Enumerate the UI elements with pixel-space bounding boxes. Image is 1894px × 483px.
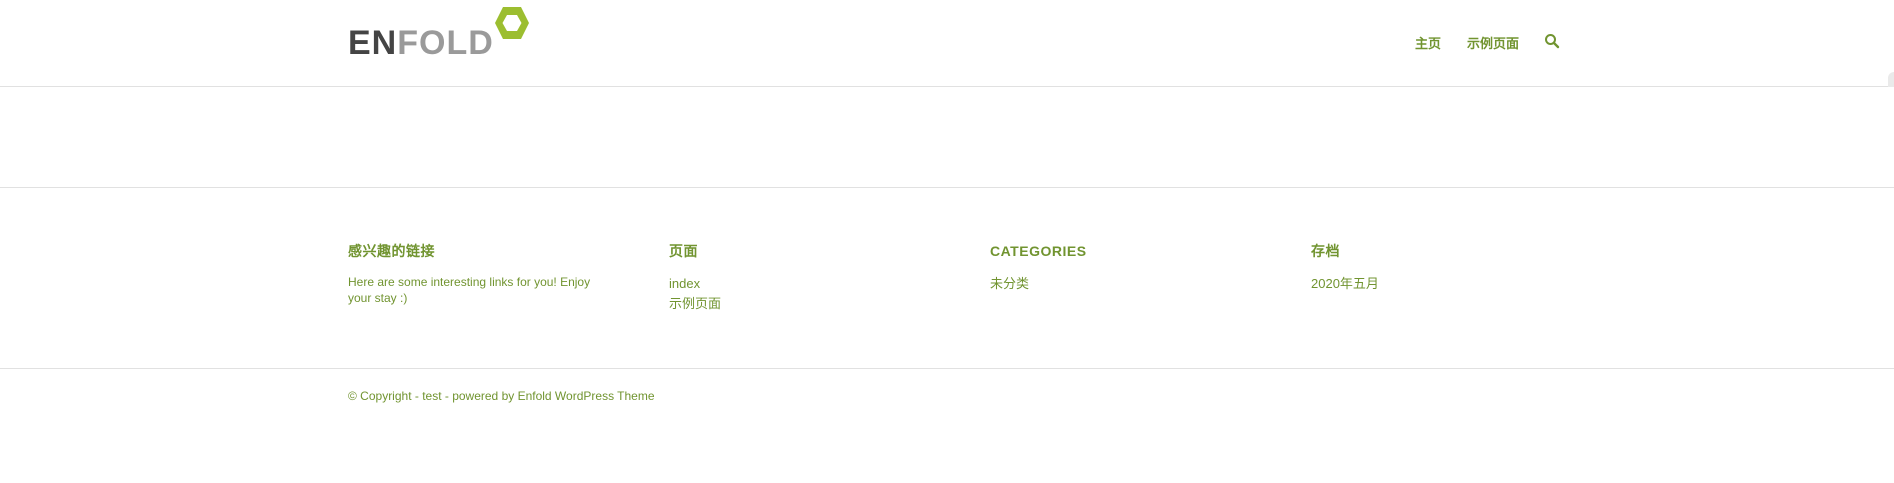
- footer-socket: © Copyright - test - powered by Enfold W…: [0, 369, 1894, 483]
- widget-pages: 页面 index 示例页面: [669, 243, 929, 314]
- pages-list: index 示例页面: [669, 274, 929, 314]
- widget-categories: CATEGORIES 未分类: [990, 243, 1250, 294]
- widget-title: 存档: [1311, 243, 1340, 259]
- widget-text: Here are some interesting links for you!…: [348, 275, 591, 305]
- categories-list: 未分类: [990, 274, 1250, 294]
- widget-archives: 存档 2020年五月: [1311, 243, 1571, 294]
- main-nav: 主页 示例页面: [0, 30, 1894, 54]
- list-item-uncategorized[interactable]: 未分类: [990, 274, 1250, 294]
- list-item-may-2020[interactable]: 2020年五月: [1311, 274, 1571, 294]
- copyright-text[interactable]: © Copyright - test - powered by Enfold W…: [348, 389, 655, 403]
- widget-title: 感兴趣的链接: [348, 243, 435, 259]
- site-footer: 感兴趣的链接 Here are some interesting links f…: [0, 188, 1894, 369]
- site-header: ENFOLD 主页 示例页面: [0, 0, 1894, 92]
- widget-title: 页面: [669, 243, 698, 259]
- list-item-index[interactable]: index: [669, 274, 929, 294]
- widget-title: CATEGORIES: [990, 243, 1087, 259]
- nav-item-home[interactable]: 主页: [1415, 33, 1441, 52]
- search-icon[interactable]: [1544, 33, 1560, 49]
- nav-item-sample-page[interactable]: 示例页面: [1467, 33, 1519, 52]
- archives-list: 2020年五月: [1311, 274, 1571, 294]
- main-content: [0, 87, 1894, 188]
- list-item-sample-page[interactable]: 示例页面: [669, 294, 929, 314]
- widget-links: 感兴趣的链接 Here are some interesting links f…: [348, 243, 608, 306]
